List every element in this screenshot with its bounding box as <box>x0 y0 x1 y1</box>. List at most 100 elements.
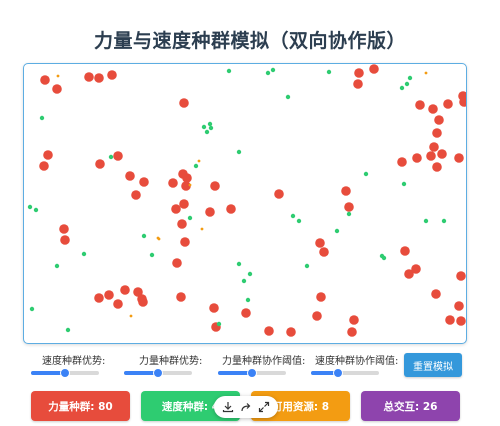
force-agent <box>456 316 466 326</box>
force-agent <box>205 207 215 217</box>
resource-dot <box>200 227 204 231</box>
force-advantage-label: 力量种群优势: <box>139 356 203 367</box>
speed-agent <box>54 263 60 269</box>
force-agent <box>264 326 274 336</box>
resource-dot <box>188 183 192 187</box>
speed-agent <box>304 263 310 269</box>
slider-thumb[interactable] <box>333 368 344 378</box>
force-agent <box>400 246 410 256</box>
slider-thumb[interactable] <box>60 368 70 378</box>
force-agent <box>429 142 439 152</box>
expand-icon[interactable] <box>256 399 272 415</box>
speed-agent <box>290 213 296 219</box>
force-advantage-slider[interactable] <box>124 368 192 378</box>
force-agent <box>95 159 105 169</box>
force-agent <box>171 204 181 214</box>
force-agent <box>443 99 453 109</box>
force-agent <box>40 75 50 85</box>
resource-dot <box>129 314 133 318</box>
speed-agent <box>216 321 222 327</box>
force-agent <box>458 91 466 101</box>
speed-agent <box>363 171 369 177</box>
force-agent <box>456 271 466 281</box>
speed-agent <box>334 228 340 234</box>
speed-agent <box>423 218 429 224</box>
speed-agent <box>149 252 155 258</box>
force-agent <box>316 292 326 302</box>
interactions-stat: 总交互: 26 <box>361 391 460 421</box>
force-agent <box>274 189 284 199</box>
speed-agent <box>208 125 214 131</box>
image-toolbar <box>214 396 278 418</box>
speed-agent <box>407 75 413 81</box>
resource-dot <box>197 159 201 163</box>
force-agent <box>178 169 188 179</box>
force-agent <box>432 162 442 172</box>
force-agent <box>349 315 359 325</box>
force-agent <box>60 235 70 245</box>
slider-thumb[interactable] <box>247 368 257 378</box>
speed-agent <box>241 278 247 284</box>
force-agent <box>179 98 189 108</box>
force-agent <box>94 73 104 83</box>
speed-agent <box>404 81 410 87</box>
force-agent <box>397 157 407 167</box>
speed-agent <box>441 218 447 224</box>
force-agent <box>428 104 438 114</box>
force-agent <box>120 285 130 295</box>
share-icon[interactable] <box>238 399 254 415</box>
force-agent <box>412 153 422 163</box>
force-agent <box>344 202 354 212</box>
force-agent <box>139 177 149 187</box>
force-agent <box>445 315 455 325</box>
force-agent <box>113 299 123 309</box>
speed-agent <box>29 306 35 312</box>
speed-agent <box>247 271 253 277</box>
speed-agent <box>399 85 405 91</box>
force-cooperation-threshold-slider[interactable] <box>218 368 286 378</box>
download-icon[interactable] <box>220 399 236 415</box>
force-agent <box>59 224 69 234</box>
page-title: 力量与速度种群模拟（双向协作版） <box>93 30 406 52</box>
speed-agent <box>193 163 199 169</box>
force-agent <box>113 151 123 161</box>
force-agent <box>411 264 421 274</box>
force-agent <box>180 237 190 247</box>
force-agent <box>286 327 296 337</box>
speed-agent <box>33 207 39 213</box>
force-agent <box>94 293 104 303</box>
force-agent <box>319 247 329 257</box>
force-agent <box>172 258 182 268</box>
speed-agent <box>81 251 87 257</box>
force-agent <box>104 290 114 300</box>
force-agent <box>84 72 94 82</box>
speed-agent <box>236 149 242 155</box>
force-agent <box>125 171 135 181</box>
force-agent <box>354 68 364 78</box>
speed-agent <box>346 211 352 217</box>
simulation-field <box>27 64 466 337</box>
speed-agent <box>381 255 387 261</box>
speed-cooperation-threshold-label: 速度种群协作阈值: <box>315 356 399 367</box>
force-agent <box>43 150 53 160</box>
force-population-stat: 力量种群: 80 <box>31 391 130 421</box>
speed-cooperation-threshold-slider[interactable] <box>311 368 379 378</box>
speed-agent <box>141 233 147 239</box>
force-agent <box>210 181 220 191</box>
force-agent <box>369 64 379 74</box>
reset-simulation-button[interactable]: 重置模拟 <box>404 353 462 377</box>
speed-advantage-slider[interactable] <box>31 368 99 378</box>
force-agent <box>131 190 141 200</box>
speed-agent <box>326 69 332 75</box>
speed-agent <box>187 215 193 221</box>
force-agent <box>312 311 322 321</box>
speed-agent <box>201 124 207 130</box>
force-agent <box>39 161 49 171</box>
speed-agent <box>108 154 114 160</box>
force-agent <box>209 303 219 313</box>
force-agent <box>347 327 357 337</box>
resource-dot <box>424 71 428 75</box>
slider-thumb[interactable] <box>153 368 163 378</box>
force-agent <box>432 128 442 138</box>
force-agent <box>431 289 441 299</box>
